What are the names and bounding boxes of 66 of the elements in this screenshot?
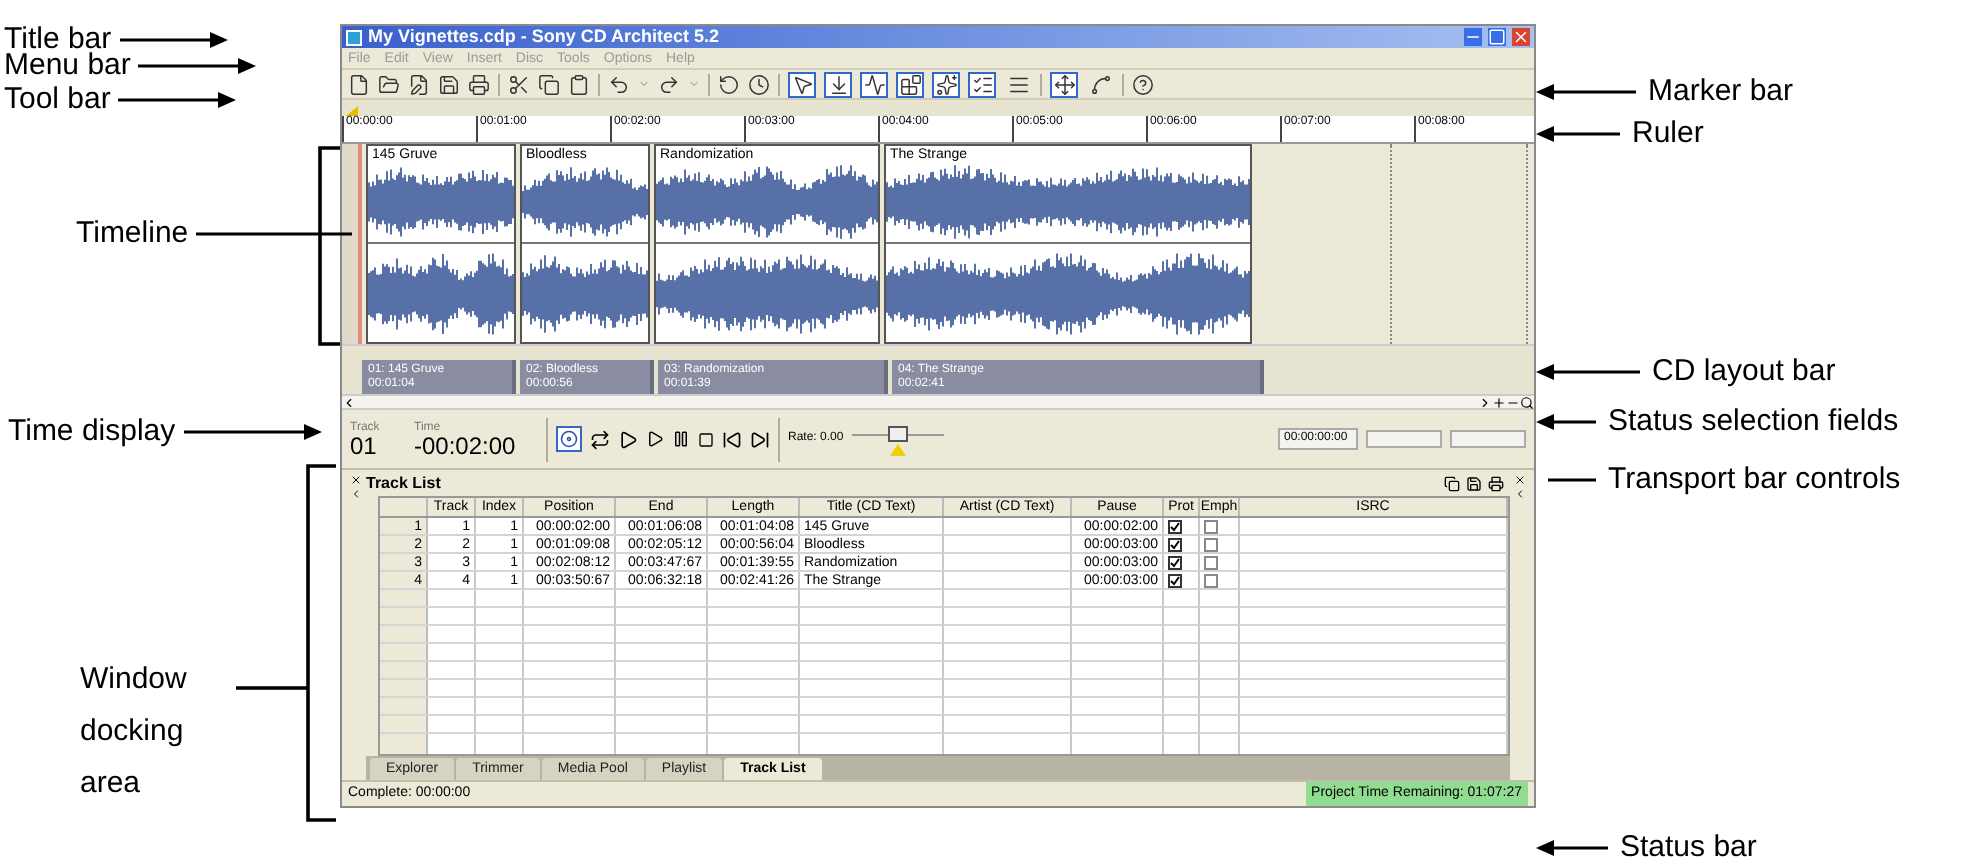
callout-label: Timeline [76,216,189,252]
track-number: 01 [350,433,379,457]
scroll-left-icon[interactable] [342,395,356,409]
callout-label: Status bar [1620,830,1757,866]
status-field [1366,430,1442,448]
open-folder-icon[interactable] [378,73,400,95]
callout-label: Marker bar [1648,74,1794,110]
time-display: -00:02:00 [414,433,518,457]
warning-icon [889,443,906,455]
save-icon[interactable] [1466,476,1482,492]
status-field [1450,430,1526,448]
redo-icon[interactable] [658,73,680,95]
slider-thumb[interactable] [887,425,908,441]
zoom-icon[interactable] [1520,395,1534,409]
close-icon[interactable] [350,474,362,486]
play-icon[interactable] [646,430,664,448]
row-header [380,734,428,754]
callout-label: Tool bar [4,82,111,118]
undo-icon[interactable] [608,73,630,95]
pause-icon[interactable] [672,430,690,448]
checkbox[interactable] [1204,537,1218,551]
copy-icon[interactable] [1444,476,1460,492]
app-icon [346,29,362,45]
save-icon[interactable] [438,73,460,95]
new-file-icon[interactable] [348,73,370,95]
checkbox[interactable] [1168,555,1182,569]
help-icon[interactable] [1132,73,1154,95]
callout-label: Ruler [1632,116,1704,152]
waveform-drawing [522,162,648,242]
zoom-in-icon[interactable] [1492,395,1506,409]
rate-slider[interactable] [851,423,944,455]
minimize-icon[interactable] [1464,28,1482,46]
checkbox[interactable] [1168,573,1182,587]
previous-icon[interactable] [722,429,742,449]
checkbox[interactable] [1204,519,1218,533]
scroll-right-icon[interactable] [1478,395,1492,409]
checkbox[interactable] [1204,555,1218,569]
checkbox[interactable] [1204,573,1218,587]
cut-icon[interactable] [508,73,530,95]
callout-label: Window docking area [80,660,189,804]
printer-icon[interactable] [468,73,490,95]
collapse-icon[interactable] [350,488,362,500]
callout-label: Status selection fields [1608,404,1899,440]
close-icon[interactable] [1514,474,1526,486]
callout-label: CD layout bar [1652,354,1836,390]
play-from-start-icon[interactable] [618,429,638,449]
record-button[interactable] [556,426,582,452]
checkbox[interactable] [1168,519,1182,533]
panel-title: Track List [366,472,443,496]
next-icon[interactable] [750,429,770,449]
window-title: My Vignettes.cdp - Sony CD Architect 5.2 [368,28,722,46]
paste-icon[interactable] [568,73,590,95]
rotate-icon[interactable] [718,73,740,95]
copy-icon[interactable] [538,73,560,95]
maximize-icon[interactable] [1488,28,1506,46]
callout-label: Time display [8,414,176,450]
checkbox[interactable] [1168,537,1182,551]
collapse-icon[interactable] [1514,488,1526,500]
clock-icon[interactable] [748,73,770,95]
arrow-head-icon [303,424,322,440]
waveform-drawing [522,249,648,337]
loop-icon[interactable] [590,429,610,449]
callout-label: Transport bar controls [1608,462,1901,498]
edit-file-icon[interactable] [408,73,430,95]
stop-icon[interactable] [698,431,714,447]
printer-icon[interactable] [1488,476,1504,492]
